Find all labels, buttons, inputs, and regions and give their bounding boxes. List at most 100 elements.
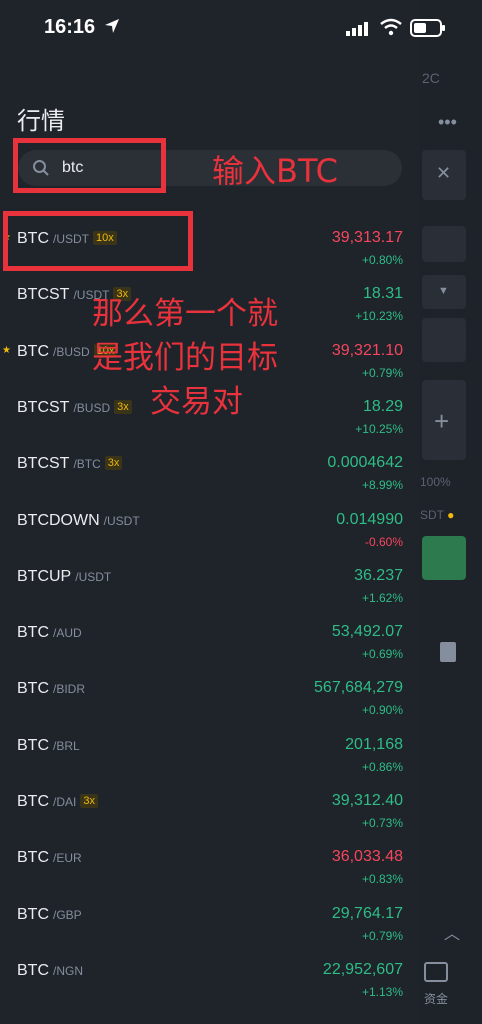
annotation-line-3: 交易对 — [150, 384, 243, 420]
market-row[interactable]: BTC/BRL 201,168 +0.86% — [0, 729, 420, 785]
pair-quote: /BUSD — [53, 344, 90, 359]
market-row[interactable]: BTC/GBP 29,764.17 +0.79% — [0, 898, 420, 954]
pair-name: BTC/BRL — [17, 737, 80, 755]
pair-name: BTCST/BTC 3x — [17, 455, 123, 473]
price-change: +0.86% — [361, 759, 403, 774]
chevron-up-icon[interactable]: ︿ — [444, 920, 460, 944]
pair-name: BTC/AUD — [17, 624, 82, 642]
pair-quote: /DAI — [53, 795, 77, 809]
last-price: 0.0004642 — [327, 454, 403, 472]
bg-stepper[interactable]: + — [422, 380, 466, 460]
pair-quote: /USDT — [75, 569, 112, 584]
last-price: 18.31 — [362, 285, 403, 303]
buy-button[interactable] — [422, 536, 466, 580]
status-bar: 16:16 — [0, 0, 482, 58]
battery-icon — [410, 19, 445, 37]
pair-quote: /NGN — [53, 963, 83, 978]
bg-label-partial: 2C — [422, 70, 440, 86]
price-change: +0.79% — [361, 928, 403, 943]
document-icon[interactable] — [440, 642, 456, 662]
price-change: +10.23% — [355, 309, 403, 324]
bg-field — [422, 226, 466, 262]
pair-name: BTC/BIDR — [17, 680, 85, 698]
annotation-search-hint: 输入BTC — [212, 152, 338, 190]
pair-name: BTC/EUR — [17, 849, 82, 867]
market-row[interactable]: BTC/EUR 36,033.48 +0.83% — [0, 841, 420, 897]
last-price: 36.237 — [354, 566, 403, 584]
pair-quote: /USDT — [103, 513, 140, 528]
pair-quote: /GBP — [53, 907, 82, 922]
last-price: 39,312.40 — [331, 792, 403, 809]
market-row[interactable]: BTCDOWN/USDT 0.014990 -0.60% — [0, 504, 420, 560]
last-price: 0.014990 — [336, 510, 403, 528]
annotation-first-row-box — [3, 211, 193, 271]
last-price: 29,764.17 — [331, 904, 403, 922]
pair-base: BTC — [17, 680, 49, 698]
price-change: +10.25% — [355, 421, 403, 436]
annotation-search-box — [13, 138, 166, 193]
pair-quote: /BIDR — [53, 682, 86, 697]
pair-base: BTC — [17, 793, 49, 810]
pair-base: BTC — [17, 736, 49, 754]
pair-base: BTC — [17, 624, 49, 642]
cellular-signal-icon — [346, 22, 368, 36]
wallet-icon[interactable] — [424, 962, 448, 982]
pair-base: BTC — [17, 961, 49, 979]
pair-name: BTC/NGN — [17, 962, 83, 980]
pair-base: BTC — [17, 905, 49, 923]
price-change: +0.69% — [361, 647, 403, 662]
annotation-line-2: 是我们的目标 — [92, 340, 278, 376]
bg-percent: 100% — [420, 475, 451, 489]
price-change: -0.60% — [364, 534, 403, 549]
status-time: 16:16 — [44, 16, 96, 38]
price-change: +0.83% — [361, 872, 403, 887]
pair-base: BTCST — [17, 398, 70, 416]
bg-input — [422, 318, 466, 362]
leverage-badge: 3x — [114, 399, 132, 414]
last-price: 567,684,279 — [314, 679, 403, 697]
price-change: +0.90% — [361, 703, 403, 718]
pair-base: BTCST — [17, 455, 70, 473]
pair-name: BTC/GBP — [17, 906, 82, 924]
pair-quote: /AUD — [53, 626, 82, 641]
tab-funds[interactable]: 资金 — [424, 990, 448, 1007]
price-change: +0.80% — [361, 253, 403, 267]
leverage-badge: 3x — [104, 456, 123, 471]
plus-icon: + — [434, 406, 450, 436]
market-row[interactable]: BTC/DAI 3x 39,312.40 +0.73% — [0, 785, 420, 841]
pair-base: BTC — [17, 342, 49, 360]
wifi-icon — [380, 18, 402, 36]
pair-name: BTC/DAI 3x — [17, 793, 98, 811]
pair-name: BTCST/BUSD 3x — [17, 399, 132, 417]
last-price: 39,321.10 — [331, 341, 403, 359]
more-icon[interactable]: ••• — [438, 112, 457, 133]
bg-close-box[interactable]: ✕ — [422, 150, 466, 200]
market-row[interactable]: BTCST/BTC 3x 0.0004642 +8.99% — [0, 447, 420, 503]
chevron-down-icon: ▼ — [438, 285, 449, 297]
market-row[interactable]: BTCUP/USDT 36.237 +1.62% — [0, 560, 420, 616]
pair-quote: /BRL — [53, 738, 80, 753]
last-price: 53,492.07 — [331, 623, 403, 641]
location-arrow-icon — [105, 19, 119, 33]
price-change: +1.62% — [361, 590, 403, 605]
pair-base: BTC — [17, 849, 49, 867]
pair-quote: /BTC — [73, 457, 101, 472]
bg-dropdown[interactable]: ▼ — [422, 275, 466, 309]
bg-asset-label: SDT ● — [420, 508, 455, 522]
market-row[interactable]: BTC/NGN 22,952,607 +1.13% — [0, 954, 420, 1010]
price-change: +1.13% — [361, 984, 403, 999]
market-row[interactable]: BTC/AUD 53,492.07 +0.69% — [0, 616, 420, 672]
page-title: 行情 — [17, 108, 65, 135]
last-price: 22,952,607 — [322, 960, 403, 978]
close-icon: ✕ — [436, 163, 452, 183]
market-row[interactable]: BTC/BIDR 567,684,279 +0.90% — [0, 672, 420, 728]
pair-base: BTCDOWN — [17, 511, 100, 529]
last-price: 18.29 — [362, 397, 403, 415]
price-change: +8.99% — [361, 478, 403, 493]
star-icon[interactable]: ★ — [2, 345, 11, 356]
leverage-badge: 3x — [80, 794, 98, 808]
pair-quote: /EUR — [53, 851, 82, 866]
annotation-line-1: 那么第一个就 — [92, 296, 278, 332]
last-price: 201,168 — [345, 735, 403, 753]
last-price: 39,313.17 — [331, 229, 403, 246]
